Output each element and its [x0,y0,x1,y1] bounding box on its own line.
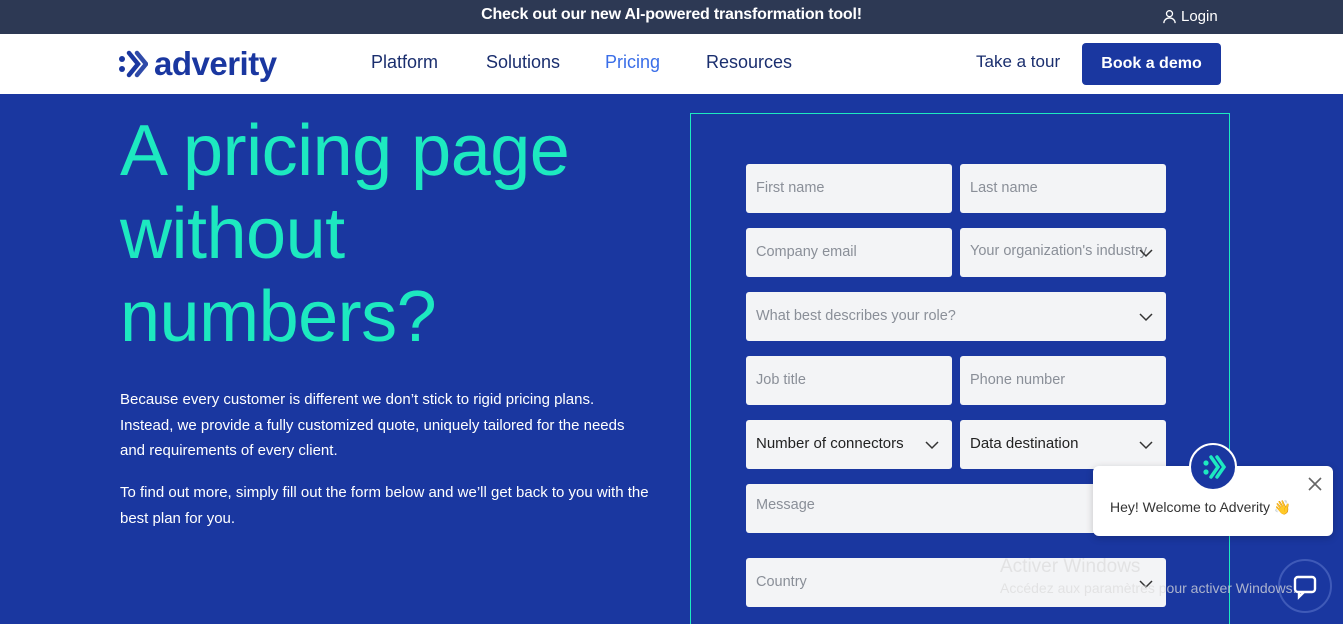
destination-value: Data destination [970,435,1079,452]
chat-bot-avatar [1189,443,1237,491]
adverity-logo[interactable]: adverity [118,46,277,82]
company-email-placeholder: Company email [756,244,857,260]
job-title-placeholder: Job title [756,372,806,388]
login-label: Login [1181,8,1218,25]
login-link[interactable]: Login [1162,8,1218,25]
hero-title: A pricing page without numbers? [120,110,680,359]
watermark-subtitle: Accédez aux paramètres pour activer Wind… [1000,580,1297,596]
hero-description: Because every customer is different we d… [120,391,625,459]
country-placeholder: Country [756,574,807,590]
industry-placeholder: Your organization's industry [970,243,1148,259]
nav-resources[interactable]: Resources [706,52,792,73]
role-placeholder: What best describes your role? [756,308,956,324]
connectors-value: Number of connectors [756,435,904,452]
hero-cta-text: To find out more, simply fill out the fo… [120,484,649,527]
chevron-down-icon [1139,441,1153,450]
nav-solutions[interactable]: Solutions [486,52,560,73]
job-title-field[interactable]: Job title [746,356,952,405]
hero-title-line: numbers? [120,277,437,357]
nav-platform[interactable]: Platform [371,52,438,73]
close-icon[interactable] [1306,475,1324,493]
logo-text: adverity [154,45,277,82]
hero-title-line: without [120,194,345,274]
windows-activation-watermark: Activer Windows Accédez aux paramètres p… [1000,556,1296,596]
take-a-tour-link[interactable]: Take a tour [976,52,1060,72]
company-email-field[interactable]: Company email [746,228,952,277]
chevron-down-icon [1139,249,1153,258]
last-name-placeholder: Last name [970,180,1038,196]
phone-placeholder: Phone number [970,372,1066,388]
last-name-field[interactable]: Last name [960,164,1166,213]
connectors-select[interactable]: Number of connectors [746,420,952,469]
promo-link[interactable]: Check out our new AI-powered transformat… [0,6,1343,24]
role-select[interactable]: What best describes your role? [746,292,1166,341]
chevron-down-icon [925,441,939,450]
first-name-field[interactable]: First name [746,164,952,213]
hero-title-line: A pricing page [120,111,570,191]
industry-select[interactable]: Your organization's industry [960,228,1166,277]
chevron-down-icon [1139,313,1153,322]
first-name-placeholder: First name [756,180,825,196]
main-navbar: adverity Platform Solutions Pricing Reso… [0,34,1343,94]
adverity-logo-icon [119,50,148,78]
watermark-title: Activer Windows [1000,556,1141,577]
chat-welcome-message: Hey! Welcome to Adverity 👋 [1110,499,1292,515]
phone-field[interactable]: Phone number [960,356,1166,405]
message-placeholder: Message [756,497,815,513]
destination-select[interactable]: Data destination [960,420,1166,469]
book-demo-button[interactable]: Book a demo [1082,43,1221,85]
promo-bar: Check out our new AI-powered transformat… [0,0,1343,34]
user-icon [1163,10,1176,24]
nav-pricing[interactable]: Pricing [605,52,660,73]
adverity-bot-icon [1203,455,1227,479]
